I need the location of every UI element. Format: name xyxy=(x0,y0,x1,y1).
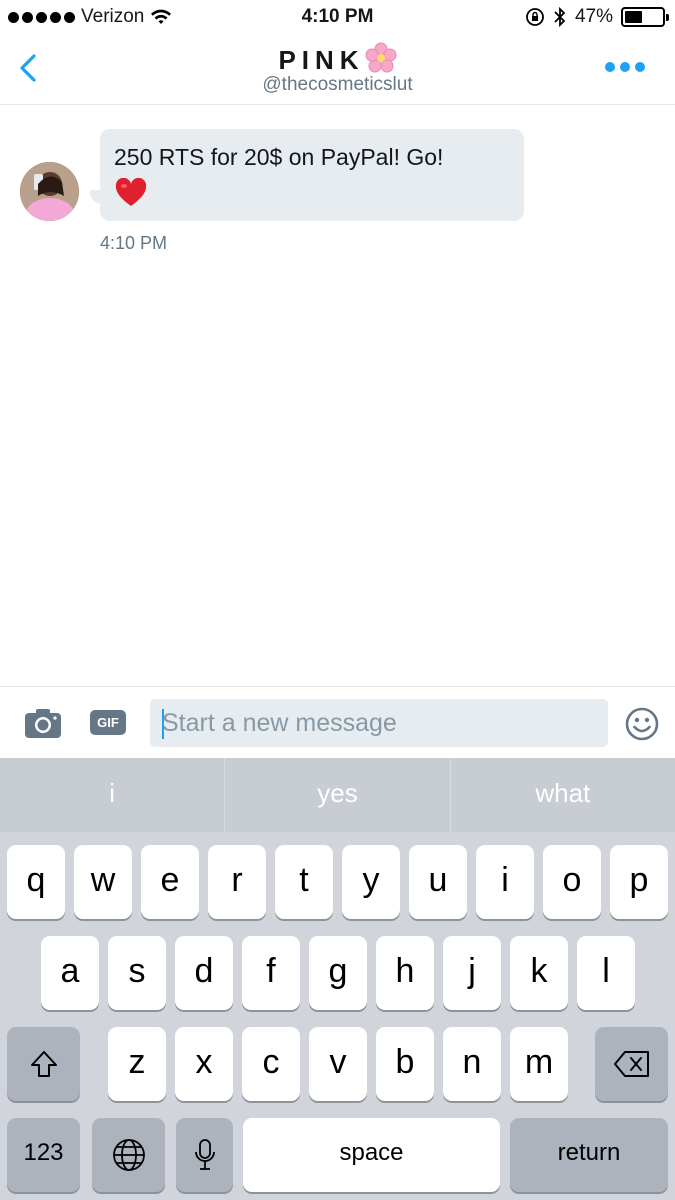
key-j[interactable]: j xyxy=(443,936,501,1010)
key-s[interactable]: s xyxy=(108,936,166,1010)
key-o[interactable]: o xyxy=(543,845,601,919)
predictive-bar: i yes what xyxy=(0,758,675,832)
microphone-icon xyxy=(194,1139,215,1170)
message-bubble[interactable]: 250 RTS for 20$ on PayPal! Go! xyxy=(100,129,524,221)
battery-level xyxy=(625,11,642,23)
battery-percent: 47% xyxy=(574,6,613,27)
key-b[interactable]: b xyxy=(376,1027,434,1101)
key-z[interactable]: z xyxy=(108,1027,166,1101)
more-dots-icon xyxy=(605,62,615,72)
return-key[interactable]: return xyxy=(510,1118,668,1192)
contact-name: PINK xyxy=(278,45,365,75)
key-c[interactable]: c xyxy=(242,1027,300,1101)
message-timestamp: 4:10 PM xyxy=(100,233,168,253)
message-text: 250 RTS for 20$ on PayPal! Go! xyxy=(114,144,444,170)
bluetooth-icon xyxy=(554,6,566,28)
key-w[interactable]: w xyxy=(74,845,132,919)
message-composer: GIF xyxy=(0,686,675,758)
space-key[interactable]: space xyxy=(243,1118,500,1192)
backspace-icon xyxy=(613,1051,649,1077)
key-e[interactable]: e xyxy=(141,845,199,919)
more-options-button[interactable] xyxy=(605,62,645,72)
key-g[interactable]: g xyxy=(309,936,367,1010)
key-f[interactable]: f xyxy=(242,936,300,1010)
key-v[interactable]: v xyxy=(309,1027,367,1101)
battery-icon xyxy=(621,7,669,27)
key-m[interactable]: m xyxy=(510,1027,568,1101)
cherry-blossom-icon xyxy=(365,42,397,73)
shift-icon xyxy=(30,1051,57,1077)
text-cursor xyxy=(162,709,164,739)
key-q[interactable]: q xyxy=(7,845,65,919)
contact-avatar[interactable] xyxy=(20,162,79,221)
conversation-title: PINK xyxy=(0,42,675,76)
key-y[interactable]: y xyxy=(342,845,400,919)
conversation-header: PINK @thecosmeticslut xyxy=(0,36,675,105)
camera-icon xyxy=(25,709,61,738)
key-p[interactable]: p xyxy=(610,845,668,919)
message-input[interactable] xyxy=(150,699,608,747)
key-x[interactable]: x xyxy=(175,1027,233,1101)
status-bar: Verizon 4:10 PM 47% xyxy=(0,0,675,36)
camera-button[interactable] xyxy=(24,707,62,739)
gif-button[interactable]: GIF xyxy=(90,710,126,735)
key-u[interactable]: u xyxy=(409,845,467,919)
key-a[interactable]: a xyxy=(41,936,99,1010)
key-t[interactable]: t xyxy=(275,845,333,919)
key-d[interactable]: d xyxy=(175,936,233,1010)
key-i[interactable]: i xyxy=(476,845,534,919)
orientation-lock-icon xyxy=(526,8,544,26)
prediction-2[interactable]: yes xyxy=(225,758,451,832)
key-n[interactable]: n xyxy=(443,1027,501,1101)
key-r[interactable]: r xyxy=(208,845,266,919)
smiley-icon xyxy=(625,707,659,741)
key-l[interactable]: l xyxy=(577,936,635,1010)
numbers-key[interactable]: 123 xyxy=(7,1118,80,1192)
dictation-key[interactable] xyxy=(176,1118,233,1192)
status-right: 47% xyxy=(525,6,669,28)
avatar-photo xyxy=(20,162,79,221)
prediction-1[interactable]: i xyxy=(0,758,226,832)
key-h[interactable]: h xyxy=(376,936,434,1010)
contact-handle: @thecosmeticslut xyxy=(262,74,413,95)
globe-icon xyxy=(112,1139,145,1171)
delete-key[interactable] xyxy=(595,1027,668,1101)
emoji-button[interactable] xyxy=(625,707,659,741)
shift-key[interactable] xyxy=(7,1027,80,1101)
red-heart-icon xyxy=(115,177,147,213)
keyboard: i yes what q w e r t y u i o p a s d f g… xyxy=(0,758,675,1200)
prediction-3[interactable]: what xyxy=(451,758,675,832)
globe-key[interactable] xyxy=(92,1118,165,1192)
key-k[interactable]: k xyxy=(510,936,568,1010)
